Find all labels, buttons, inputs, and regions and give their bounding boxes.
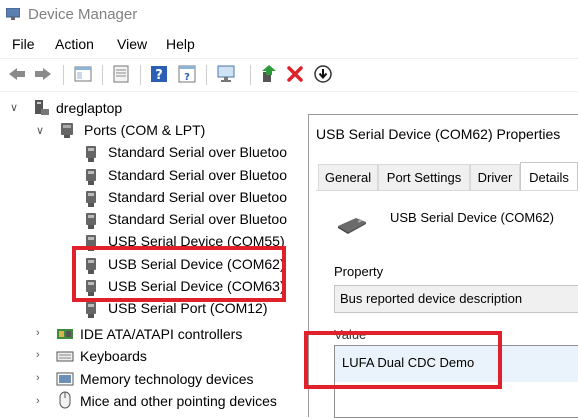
title-bar: Device Manager [0,0,578,30]
menu-view[interactable]: View [117,36,147,52]
window-title: Device Manager [28,6,138,23]
property-label: Property [334,264,384,279]
mouse-icon [59,391,71,409]
device-name: USB Serial Device (COM62) [390,210,554,225]
highlight-box-com-ports [72,246,286,302]
action-pane-icon[interactable]: ? [176,63,198,85]
disable-device-icon[interactable] [312,63,334,85]
chevron-right-icon[interactable]: › [36,395,40,407]
scan-hardware-icon[interactable] [216,63,238,85]
category-keyboards[interactable]: Keyboards [80,348,147,364]
tab-details[interactable]: Details [520,162,578,191]
svg-text:?: ? [155,68,163,83]
menu-bar: File Action View Help [0,32,578,56]
port-device-icon [86,302,96,318]
svg-text:?: ? [184,72,190,83]
show-hide-console-tree-icon[interactable] [72,63,94,85]
uninstall-icon[interactable] [284,63,306,85]
tab-strip: General Port Settings Driver Details [316,162,578,191]
forward-arrow-icon[interactable] [32,63,54,85]
computer-icon [35,100,49,115]
ide-controller-icon [57,329,73,339]
menu-file[interactable]: File [12,36,35,52]
chevron-down-icon[interactable]: ∨ [36,124,44,137]
menu-action[interactable]: Action [55,36,94,52]
port-device-icon [86,146,96,162]
back-arrow-icon[interactable] [6,63,28,85]
port-device-item[interactable]: Standard Serial over Bluetoo [108,189,287,205]
port-category-icon [61,123,73,138]
category-memory[interactable]: Memory technology devices [80,371,254,387]
port-device-icon [86,169,96,185]
chevron-right-icon[interactable]: › [36,349,40,361]
device-manager-app-icon [6,8,20,20]
tab-driver[interactable]: Driver [470,164,520,190]
port-device-item[interactable]: USB Serial Port (COM12) [108,300,267,316]
tab-port-settings[interactable]: Port Settings [378,164,470,190]
port-device-icon [86,191,96,207]
serial-cable-icon [338,218,366,234]
port-device-item[interactable]: Standard Serial over Bluetoo [108,211,287,227]
memory-device-icon [56,372,74,386]
chevron-right-icon[interactable]: › [36,327,40,339]
port-device-icon [86,213,96,229]
ports-category-label[interactable]: Ports (COM & LPT) [84,122,205,138]
dialog-title: USB Serial Device (COM62) Properties [316,126,561,142]
tab-general[interactable]: General [318,164,378,190]
chevron-right-icon[interactable]: › [36,372,40,384]
category-mice[interactable]: Mice and other pointing devices [80,393,277,409]
port-device-item[interactable]: Standard Serial over Bluetoo [108,167,287,183]
highlight-box-value [304,331,502,389]
chevron-down-icon[interactable]: ∨ [10,101,18,114]
update-driver-icon[interactable] [258,63,280,85]
category-ide[interactable]: IDE ATA/ATAPI controllers [80,326,242,342]
property-dropdown-value: Bus reported device description [340,291,523,306]
port-device-item[interactable]: Standard Serial over Bluetoo [108,144,287,160]
keyboard-icon [56,351,74,362]
property-dropdown[interactable]: Bus reported device description [334,285,578,313]
help-icon[interactable]: ? [148,63,170,85]
properties-icon[interactable] [110,63,132,85]
menu-help[interactable]: Help [166,36,195,52]
toolbar: ? ? [0,58,578,92]
tree-root-label[interactable]: dreglaptop [56,100,122,116]
